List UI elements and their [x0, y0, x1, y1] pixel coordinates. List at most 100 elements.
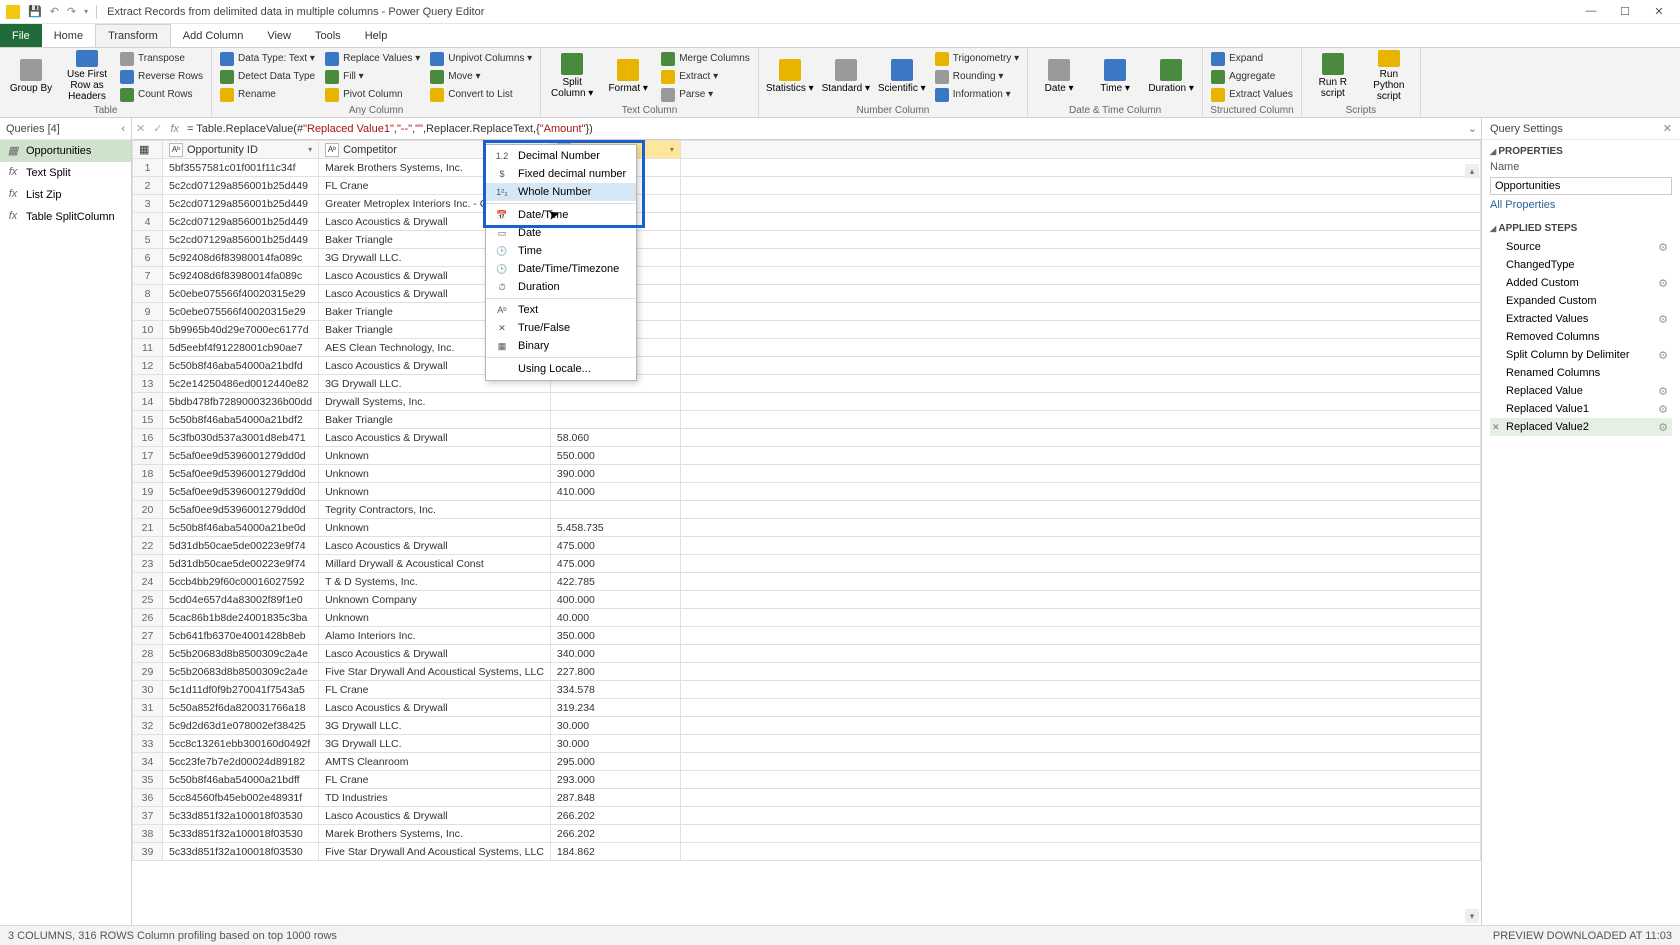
table-row[interactable]: 265cac86b1b8de24001835c3baUnknown40.000	[133, 609, 1481, 627]
applied-step[interactable]: Replaced Value2⚙	[1490, 418, 1672, 436]
cell[interactable]: 5cd04e657d4a83002f89f1e0	[163, 591, 319, 609]
type-menu-item[interactable]: 1.2Decimal Number	[486, 147, 636, 165]
ribbon-button[interactable]: Information ▾	[933, 86, 1021, 103]
cell[interactable]: Five Star Drywall And Acoustical Systems…	[319, 843, 551, 861]
cell[interactable]: Unknown	[319, 609, 551, 627]
ribbon-button[interactable]: Transpose	[118, 50, 205, 67]
cell[interactable]: Unknown	[319, 483, 551, 501]
cell[interactable]: 5c50a852f6da820031766a18	[163, 699, 319, 717]
cell[interactable]: 30.000	[550, 735, 680, 753]
ribbon-button[interactable]: Format ▾	[603, 50, 653, 102]
applied-step[interactable]: Added Custom⚙	[1490, 274, 1672, 292]
cell[interactable]: 5c0ebe075566f40020315e29	[163, 303, 319, 321]
cell[interactable]: 350.000	[550, 627, 680, 645]
query-item[interactable]: fxTable SplitColumn	[0, 206, 131, 228]
table-row[interactable]: 45c2cd07129a856001b25d449Lasco Acoustics…	[133, 213, 1481, 231]
table-row[interactable]: 185c5af0ee9d5396001279dd0dUnknown390.000	[133, 465, 1481, 483]
gear-icon[interactable]: ⚙	[1658, 313, 1668, 326]
type-menu-item[interactable]: $Fixed decimal number	[486, 165, 636, 183]
tab-add-column[interactable]: Add Column	[171, 24, 256, 47]
cell[interactable]: 5d5eebf4f91228001cb90ae7	[163, 339, 319, 357]
cell[interactable]: 410.000	[550, 483, 680, 501]
ribbon-button[interactable]: Use First Row as Headers	[62, 50, 112, 102]
cell[interactable]: 5c0ebe075566f40020315e29	[163, 285, 319, 303]
table-row[interactable]: 385c33d851f32a100018f03530Marek Brothers…	[133, 825, 1481, 843]
cell[interactable]: Baker Triangle	[319, 411, 551, 429]
cell[interactable]: AMTS Cleanroom	[319, 753, 551, 771]
cell[interactable]: TD Industries	[319, 789, 551, 807]
table-row[interactable]: 355c50b8f46aba54000a21bdffFL Crane293.00…	[133, 771, 1481, 789]
ribbon-button[interactable]: Count Rows	[118, 86, 205, 103]
gear-icon[interactable]: ⚙	[1658, 241, 1668, 254]
cell[interactable]: 184.862	[550, 843, 680, 861]
ribbon-button[interactable]: Convert to List	[428, 86, 534, 103]
table-row[interactable]: 85c0ebe075566f40020315e29Lasco Acoustics…	[133, 285, 1481, 303]
cell[interactable]: 58.060	[550, 429, 680, 447]
qat-save-icon[interactable]: 💾	[28, 5, 42, 18]
cell[interactable]: 5c92408d6f83980014fa089c	[163, 267, 319, 285]
ribbon-button[interactable]: Aggregate	[1209, 68, 1295, 85]
applied-step[interactable]: Split Column by Delimiter⚙	[1490, 346, 1672, 364]
minimize-button[interactable]: —	[1584, 5, 1598, 19]
query-item[interactable]: fxText Split	[0, 162, 131, 184]
ribbon-button[interactable]: Expand	[1209, 50, 1295, 67]
table-row[interactable]: 305c1d11df0f9b270041f7543a5FL Crane334.5…	[133, 681, 1481, 699]
cell[interactable]: 5c92408d6f83980014fa089c	[163, 249, 319, 267]
close-query-settings-icon[interactable]: ✕	[1663, 122, 1672, 135]
tab-transform[interactable]: Transform	[95, 24, 171, 47]
cell[interactable]: 5cb641fb6370e4001428b8eb	[163, 627, 319, 645]
cell[interactable]: 5c33d851f32a100018f03530	[163, 807, 319, 825]
ribbon-button[interactable]: Extract ▾	[659, 68, 752, 85]
table-row[interactable]: 215c50b8f46aba54000a21be0dUnknown5.458.7…	[133, 519, 1481, 537]
cell[interactable]: 5c1d11df0f9b270041f7543a5	[163, 681, 319, 699]
table-row[interactable]: 275cb641fb6370e4001428b8ebAlamo Interior…	[133, 627, 1481, 645]
ribbon-button[interactable]: Trigonometry ▾	[933, 50, 1021, 67]
table-row[interactable]: 175c5af0ee9d5396001279dd0dUnknown550.000	[133, 447, 1481, 465]
cell[interactable]: Unknown	[319, 465, 551, 483]
cell[interactable]: 5c5af0ee9d5396001279dd0d	[163, 501, 319, 519]
applied-step[interactable]: Replaced Value⚙	[1490, 382, 1672, 400]
ribbon-button[interactable]: Scientific ▾	[877, 50, 927, 102]
cell[interactable]: 3G Drywall LLC.	[319, 735, 551, 753]
table-row[interactable]: 325c9d2d63d1e078002ef384253G Drywall LLC…	[133, 717, 1481, 735]
cell[interactable]: 5c5af0ee9d5396001279dd0d	[163, 483, 319, 501]
tab-view[interactable]: View	[255, 24, 303, 47]
table-row[interactable]: 95c0ebe075566f40020315e29Baker Triangle	[133, 303, 1481, 321]
cell[interactable]: 5c5af0ee9d5396001279dd0d	[163, 447, 319, 465]
cell[interactable]: 5cc23fe7b7e2d00024d89182	[163, 753, 319, 771]
close-button[interactable]: ✕	[1652, 5, 1666, 19]
formula-text[interactable]: = Table.ReplaceValue(#"Replaced Value1",…	[187, 122, 593, 135]
cell[interactable]: 334.578	[550, 681, 680, 699]
cell[interactable]: 5c50b8f46aba54000a21bdfd	[163, 357, 319, 375]
cell[interactable]: 266.202	[550, 807, 680, 825]
data-grid[interactable]: ▦ AᵇOpportunity ID▾ AᵇCompetitor▾ ᴬᴮAmou…	[132, 140, 1481, 925]
table-row[interactable]: 115d5eebf4f91228001cb90ae7AES Clean Tech…	[133, 339, 1481, 357]
ribbon-button[interactable]: Extract Values	[1209, 86, 1295, 103]
cell[interactable]: 5c2cd07129a856001b25d449	[163, 213, 319, 231]
ribbon-button[interactable]: Date ▾	[1034, 50, 1084, 102]
qat-redo-icon[interactable]: ↷	[67, 5, 76, 18]
table-row[interactable]: 195c5af0ee9d5396001279dd0dUnknown410.000	[133, 483, 1481, 501]
query-item[interactable]: fxList Zip	[0, 184, 131, 206]
data-type-menu[interactable]: 1.2Decimal Number$Fixed decimal number1²…	[485, 144, 637, 381]
table-row[interactable]: 365cc84560fb45eb002e48931fTD Industries2…	[133, 789, 1481, 807]
table-row[interactable]: 205c5af0ee9d5396001279dd0dTegrity Contra…	[133, 501, 1481, 519]
ribbon-button[interactable]: Parse ▾	[659, 86, 752, 103]
ribbon-button[interactable]: Move ▾	[428, 68, 534, 85]
cell[interactable]: Alamo Interiors Inc.	[319, 627, 551, 645]
accept-formula-icon[interactable]: ✓	[153, 122, 162, 135]
table-row[interactable]: 65c92408d6f83980014fa089c3G Drywall LLC.	[133, 249, 1481, 267]
type-menu-item[interactable]: 🕒Time	[486, 242, 636, 260]
cell[interactable]: 5c33d851f32a100018f03530	[163, 843, 319, 861]
cell[interactable]: 5cc8c13261ebb300160d0492f	[163, 735, 319, 753]
table-row[interactable]: 315c50a852f6da820031766a18Lasco Acoustic…	[133, 699, 1481, 717]
table-row[interactable]: 245ccb4bb29f60c00016027592T & D Systems,…	[133, 573, 1481, 591]
qat-dropdown-icon[interactable]: ▾	[84, 7, 88, 16]
ribbon-button[interactable]: Detect Data Type	[218, 68, 317, 85]
cell[interactable]: 422.785	[550, 573, 680, 591]
gear-icon[interactable]: ⚙	[1658, 349, 1668, 362]
cell[interactable]: T & D Systems, Inc.	[319, 573, 551, 591]
cell[interactable]: 340.000	[550, 645, 680, 663]
table-row[interactable]: 135c2e14250486ed0012440e823G Drywall LLC…	[133, 375, 1481, 393]
cell[interactable]: 5c5b20683d8b8500309c2a4e	[163, 645, 319, 663]
